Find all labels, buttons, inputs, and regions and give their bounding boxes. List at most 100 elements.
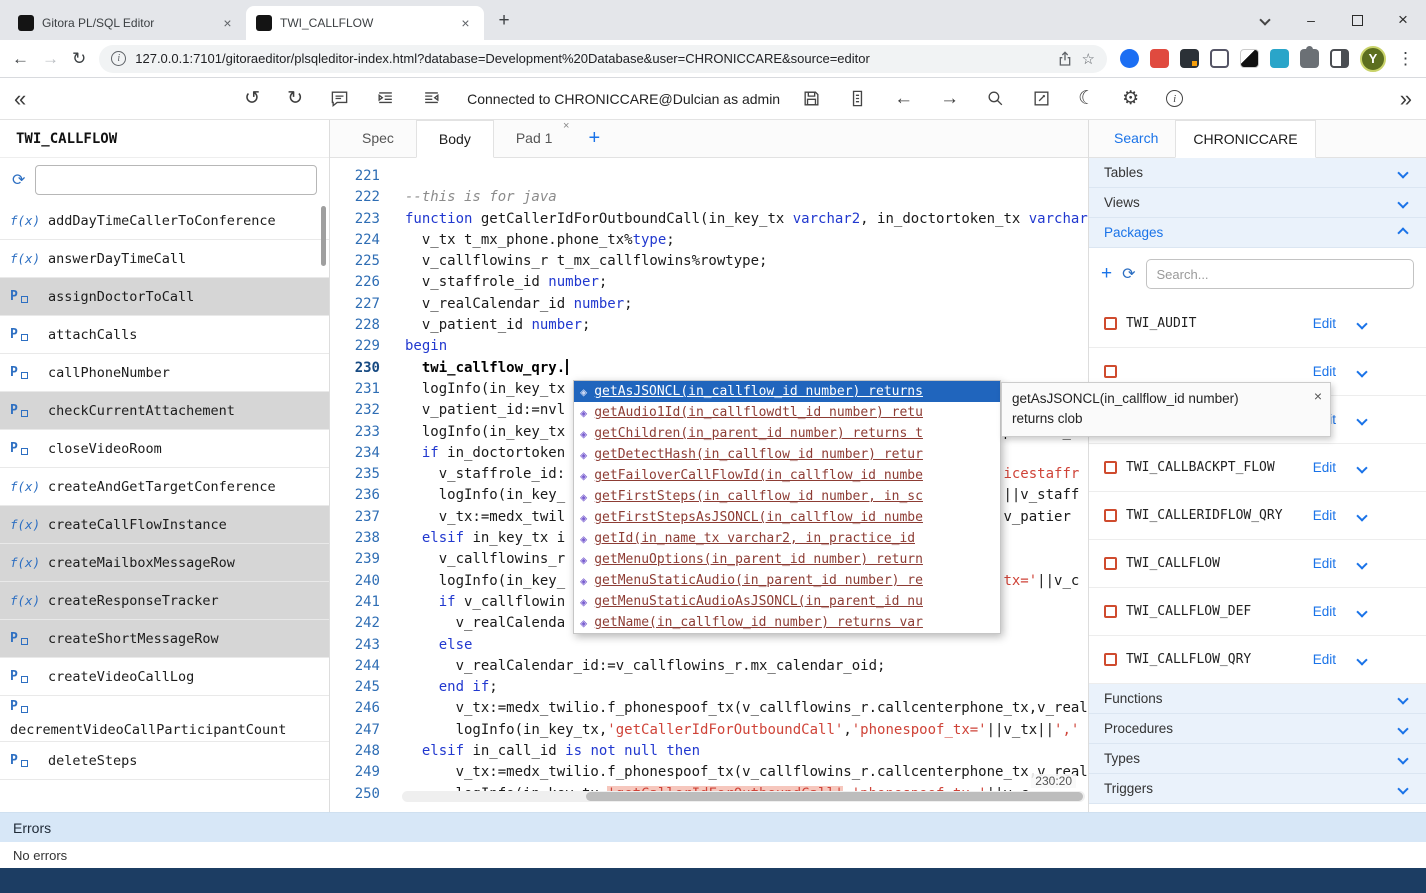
page-info-icon[interactable]: i	[111, 51, 126, 66]
package-edit-button[interactable]: Edit	[1313, 364, 1336, 379]
chevron-down-icon[interactable]	[1397, 753, 1408, 764]
add-package-icon[interactable]: +	[1101, 263, 1112, 285]
redo-icon[interactable]: ↻	[287, 87, 303, 110]
section-functions[interactable]: Functions	[1089, 684, 1426, 714]
code-line[interactable]: 245 end if;	[330, 677, 1088, 698]
autocomplete-item[interactable]: ◈getFirstSteps(in_callflow_id number, in…	[574, 486, 1000, 507]
sidebar-scrollbar[interactable]	[321, 206, 326, 266]
package-edit-button[interactable]: Edit	[1313, 556, 1336, 571]
tab-body[interactable]: Body	[416, 120, 494, 158]
list-item[interactable]: PcheckCurrentAttachement	[0, 392, 329, 430]
chevron-down-icon[interactable]	[1356, 318, 1367, 329]
tab-schema[interactable]: CHRONICCARE	[1175, 120, 1315, 158]
package-edit-button[interactable]: Edit	[1313, 652, 1336, 667]
add-pad-button[interactable]: +	[574, 127, 614, 150]
section-views[interactable]: Views	[1089, 188, 1426, 218]
chevron-down-icon[interactable]	[1356, 462, 1367, 473]
list-item[interactable]: f(x)createMailboxMessageRow	[0, 544, 329, 582]
list-item[interactable]: PdecrementVideoCallParticipantCount	[0, 696, 329, 742]
autocomplete-item[interactable]: ◈getId(in_name_tx varchar2, in_practice_…	[574, 528, 1000, 549]
extension-b-icon[interactable]	[1180, 49, 1199, 68]
tab-spec[interactable]: Spec	[340, 119, 416, 157]
scrollbar-thumb[interactable]	[586, 792, 1083, 801]
tab-search-chevron-icon[interactable]	[1242, 0, 1288, 40]
navigate-back-icon[interactable]: ←	[894, 88, 913, 110]
list-item[interactable]: f(x)createAndGetTargetConference	[0, 468, 329, 506]
url-text[interactable]: 127.0.0.1:7101/gitoraeditor/plsqleditor-…	[135, 51, 1047, 66]
list-item[interactable]: f(x)answerDayTimeCall	[0, 240, 329, 278]
list-item[interactable]: PcallPhoneNumber	[0, 354, 329, 392]
code-line[interactable]: 230 twi_callflow_qry.	[330, 358, 1088, 379]
package-row[interactable]: TWI_CALLBACKPT_FLOWEdit	[1089, 444, 1426, 492]
package-row[interactable]: TWI_CALLFLOW_QRYEdit	[1089, 636, 1426, 684]
close-window-button[interactable]: ×	[1380, 0, 1426, 40]
indent-left-icon[interactable]	[422, 89, 441, 108]
chevron-down-icon[interactable]	[1397, 783, 1408, 794]
settings-gear-icon[interactable]: ⚙	[1122, 87, 1139, 110]
info-icon[interactable]: i	[1166, 90, 1183, 107]
code-line[interactable]: 222--this is for java	[330, 187, 1088, 208]
refresh-list-icon[interactable]: ⟳	[12, 170, 25, 190]
code-line[interactable]: 243 else	[330, 635, 1088, 656]
code-line[interactable]: 246 v_tx:=medx_twilio.f_phonespoof_tx(v_…	[330, 698, 1088, 719]
list-item[interactable]: PdeleteSteps	[0, 742, 329, 780]
chevron-down-icon[interactable]	[1397, 167, 1408, 178]
autocomplete-item[interactable]: ◈getMenuStaticAudioAsJSONCL(in_parent_id…	[574, 591, 1000, 612]
new-tab-button[interactable]: +	[490, 7, 518, 35]
save-icon[interactable]	[802, 89, 821, 108]
close-tab-icon[interactable]: ×	[219, 15, 236, 32]
chevron-down-icon[interactable]	[1356, 414, 1367, 425]
code-line[interactable]: 221	[330, 166, 1088, 187]
close-pad-icon[interactable]: ×	[563, 120, 569, 132]
code-line[interactable]: 227 v_realCalendar_id number;	[330, 294, 1088, 315]
chevron-down-icon[interactable]	[1397, 197, 1408, 208]
bookmark-star-icon[interactable]: ☆	[1082, 50, 1095, 68]
packages-search-input[interactable]	[1146, 259, 1414, 289]
chevron-down-icon[interactable]	[1356, 510, 1367, 521]
capture-extension-icon[interactable]	[1270, 49, 1289, 68]
browser-tab-gitora[interactable]: Gitora PL/SQL Editor ×	[8, 6, 246, 40]
chevron-down-icon[interactable]	[1356, 654, 1367, 665]
browser-tab-twi-callflow[interactable]: TWI_CALLFLOW ×	[246, 6, 484, 40]
code-line[interactable]: 224 v_tx t_mx_phone.phone_tx%type;	[330, 230, 1088, 251]
section-tables[interactable]: Tables	[1089, 158, 1426, 188]
refresh-packages-icon[interactable]: ⟳	[1122, 264, 1135, 284]
code-line[interactable]: 229begin	[330, 336, 1088, 357]
autocomplete-item[interactable]: ◈getFailoverCallFlowId(in_callflow_id nu…	[574, 465, 1000, 486]
tab-search[interactable]: Search	[1097, 120, 1175, 157]
autocomplete-item[interactable]: ◈getFirstStepsAsJSONCL(in_callflow_id nu…	[574, 507, 1000, 528]
profile-avatar[interactable]: Y	[1360, 46, 1386, 72]
collapse-sidebar-icon[interactable]: «	[14, 86, 26, 112]
chevron-up-icon[interactable]	[1397, 227, 1408, 238]
autocomplete-item[interactable]: ◈getDetectHash(in_callflow_id number) re…	[574, 444, 1000, 465]
horizontal-scrollbar[interactable]	[402, 791, 1085, 802]
address-bar[interactable]: i 127.0.0.1:7101/gitoraeditor/plsqledito…	[99, 45, 1107, 73]
autocomplete-item[interactable]: ◈getName(in_callflow_id number) returns …	[574, 612, 1000, 633]
minimize-button[interactable]: –	[1288, 0, 1334, 40]
chevron-down-icon[interactable]	[1397, 723, 1408, 734]
list-item[interactable]: f(x)createResponseTracker	[0, 582, 329, 620]
package-edit-button[interactable]: Edit	[1313, 508, 1336, 523]
chevron-down-icon[interactable]	[1356, 606, 1367, 617]
autocomplete-item[interactable]: ◈getChildren(in_parent_id number) return…	[574, 423, 1000, 444]
package-row[interactable]: TWI_CALLFLOW_DEFEdit	[1089, 588, 1426, 636]
split-screen-icon[interactable]	[1330, 49, 1349, 68]
close-tab-icon[interactable]: ×	[457, 15, 474, 32]
package-edit-button[interactable]: Edit	[1313, 604, 1336, 619]
package-edit-button[interactable]: Edit	[1313, 460, 1336, 475]
code-line[interactable]: 248 elsif in_call_id is not null then	[330, 741, 1088, 762]
autocomplete-item[interactable]: ◈getMenuOptions(in_parent_id number) ret…	[574, 549, 1000, 570]
list-item[interactable]: f(x)addDayTimeCallerToConference	[0, 202, 329, 240]
refresh-icon[interactable]: ↻	[72, 49, 86, 69]
extensions-puzzle-icon[interactable]	[1300, 49, 1319, 68]
indent-right-icon[interactable]	[376, 89, 395, 108]
tab-pad1[interactable]: Pad 1 ×	[494, 119, 575, 157]
list-item[interactable]: PcreateVideoCallLog	[0, 658, 329, 696]
list-item[interactable]: f(x)createCallFlowInstance	[0, 506, 329, 544]
package-edit-button[interactable]: Edit	[1313, 316, 1336, 331]
chevron-down-icon[interactable]	[1356, 558, 1367, 569]
package-row[interactable]: TWI_AUDITEdit	[1089, 300, 1426, 348]
code-line[interactable]: 249 v_tx:=medx_twilio.f_phonespoof_tx(v_…	[330, 762, 1088, 783]
autocomplete-item[interactable]: ◈getAudio1Id(in_callflowdtl_id number) r…	[574, 402, 1000, 423]
chevron-down-icon[interactable]	[1397, 693, 1408, 704]
